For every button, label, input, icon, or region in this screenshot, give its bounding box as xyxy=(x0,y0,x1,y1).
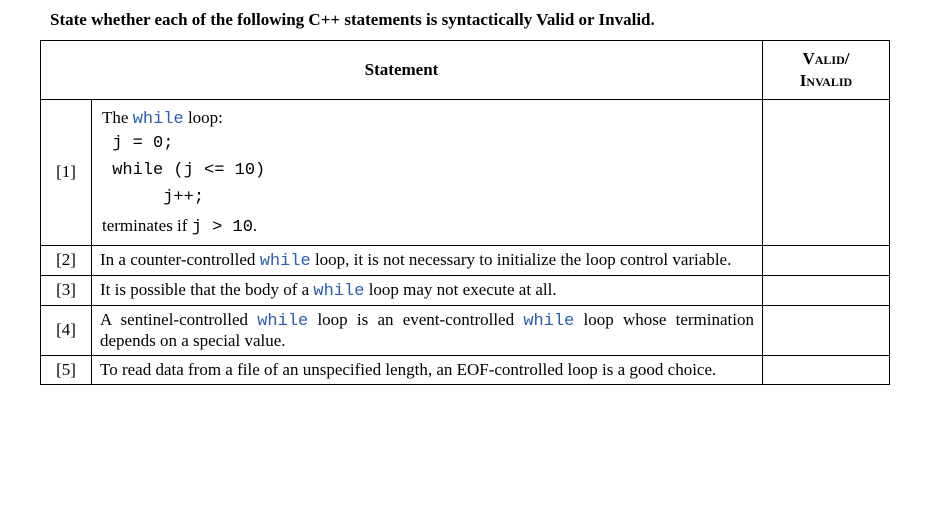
table-row: [3] It is possible that the body of a wh… xyxy=(41,275,890,305)
code-line: j++; xyxy=(102,187,752,210)
text: loop is an event-controlled xyxy=(308,310,523,329)
table-row: [2] In a counter-controlled while loop, … xyxy=(41,245,890,275)
while-keyword: while xyxy=(260,252,311,271)
while-keyword: while xyxy=(313,282,364,301)
question-prompt: State whether each of the following C++ … xyxy=(50,10,893,30)
table-row: [1] The while loop: j = 0; while (j <= 1… xyxy=(41,100,890,246)
text: A sentinel-controlled xyxy=(100,310,257,329)
row-statement: The while loop: j = 0; while (j <= 10) j… xyxy=(92,100,763,246)
row-answer[interactable] xyxy=(763,100,890,246)
row-statement: To read data from a file of an unspecifi… xyxy=(92,355,763,384)
text: It is possible that the body of a xyxy=(100,280,313,299)
row-answer[interactable] xyxy=(763,245,890,275)
row-answer[interactable] xyxy=(763,305,890,355)
row-index: [4] xyxy=(41,305,92,355)
header-valid-line1: Valid/ xyxy=(802,49,849,68)
row-statement: It is possible that the body of a while … xyxy=(92,275,763,305)
code-line: j = 0; xyxy=(102,133,752,156)
row-index: [2] xyxy=(41,245,92,275)
text: loop may not execute at all. xyxy=(364,280,556,299)
statements-table: Statement Valid/ Invalid [1] The while l… xyxy=(40,40,890,385)
text: loop, it is not necessary to initialize … xyxy=(311,250,732,269)
text: In a counter-controlled xyxy=(100,250,260,269)
code-line: while (j <= 10) xyxy=(102,160,752,183)
row-answer[interactable] xyxy=(763,275,890,305)
while-keyword: while xyxy=(523,312,574,331)
text: loop: xyxy=(184,108,223,127)
text: terminates if xyxy=(102,216,192,235)
table-header-row: Statement Valid/ Invalid xyxy=(41,41,890,100)
row-statement: In a counter-controlled while loop, it i… xyxy=(92,245,763,275)
table-row: [4] A sentinel-controlled while loop is … xyxy=(41,305,890,355)
header-valid-line2: Invalid xyxy=(800,71,852,90)
header-statement: Statement xyxy=(41,41,763,100)
row-index: [5] xyxy=(41,355,92,384)
text: . xyxy=(253,216,257,235)
table-row: [5] To read data from a file of an unspe… xyxy=(41,355,890,384)
text: The xyxy=(102,108,133,127)
row-statement: A sentinel-controlled while loop is an e… xyxy=(92,305,763,355)
row1-terminates: terminates if j > 10. xyxy=(102,216,752,237)
row-index: [1] xyxy=(41,100,92,246)
row-answer[interactable] xyxy=(763,355,890,384)
header-valid-invalid: Valid/ Invalid xyxy=(763,41,890,100)
row1-intro: The while loop: xyxy=(102,108,752,129)
inline-code: j > 10 xyxy=(192,218,253,237)
text: To read data from a file of an unspecifi… xyxy=(100,360,716,379)
while-keyword: while xyxy=(257,312,308,331)
while-keyword: while xyxy=(133,110,184,129)
row-index: [3] xyxy=(41,275,92,305)
